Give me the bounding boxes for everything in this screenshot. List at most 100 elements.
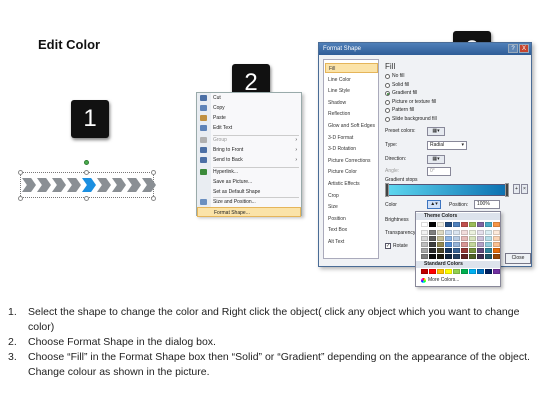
theme-color-swatch[interactable] [461, 222, 468, 227]
color-picker-button[interactable]: ▲▾ [427, 200, 441, 209]
nav-item-text-box[interactable]: Text Box [325, 225, 378, 235]
menu-item-bring-to-front[interactable]: Bring to Front [197, 145, 301, 155]
chevron-segment-selected[interactable] [82, 178, 96, 192]
theme-shade-swatch[interactable] [437, 254, 444, 259]
theme-color-swatch[interactable] [429, 222, 436, 227]
theme-shade-swatch[interactable] [485, 248, 492, 253]
theme-shade-swatch[interactable] [453, 236, 460, 241]
theme-shade-swatch[interactable] [437, 248, 444, 253]
theme-shade-swatch[interactable] [445, 230, 452, 235]
resize-handle[interactable] [151, 196, 156, 201]
nav-item-crop[interactable]: Crop [325, 191, 378, 201]
radio-button[interactable] [385, 82, 390, 88]
menu-item-cut[interactable]: Cut [197, 93, 301, 103]
standard-color-swatch[interactable] [477, 269, 484, 274]
resize-handle[interactable] [84, 170, 89, 175]
nav-item-picture-corrections[interactable]: Picture Corrections [325, 156, 378, 166]
close-icon[interactable]: X [519, 44, 529, 53]
standard-color-swatch[interactable] [429, 269, 436, 274]
add-stop-button[interactable]: + [513, 184, 520, 194]
theme-shade-swatch[interactable] [421, 242, 428, 247]
theme-shade-swatch[interactable] [461, 248, 468, 253]
theme-shade-swatch[interactable] [429, 254, 436, 259]
menu-item-paste[interactable]: Paste [197, 113, 301, 123]
theme-shade-swatch[interactable] [493, 254, 500, 259]
theme-shade-swatch[interactable] [469, 254, 476, 259]
direction-dropdown[interactable]: ▦▾ [427, 155, 445, 164]
theme-shade-swatch[interactable] [421, 254, 428, 259]
menu-item-size-and-position[interactable]: Size and Position... [197, 197, 301, 207]
resize-handle[interactable] [18, 170, 23, 175]
radio-button[interactable] [385, 108, 390, 113]
fill-option-pattern-fill[interactable]: Pattern fill [385, 107, 414, 114]
fill-option-solid-fill[interactable]: Solid fill [385, 82, 409, 89]
standard-color-swatch[interactable] [445, 269, 452, 274]
nav-item-3-d-format[interactable]: 3-D Format [325, 133, 378, 143]
theme-shade-swatch[interactable] [437, 236, 444, 241]
radio-button[interactable] [385, 116, 390, 122]
nav-item-alt-text[interactable]: Alt Text [325, 237, 378, 247]
standard-color-swatch[interactable] [461, 269, 468, 274]
theme-shade-swatch[interactable] [477, 254, 484, 259]
theme-shade-swatch[interactable] [429, 236, 436, 241]
theme-color-swatch[interactable] [469, 222, 476, 227]
theme-color-swatch[interactable] [485, 222, 492, 227]
fill-option-slide-background-fill[interactable]: Slide background fill [385, 116, 437, 123]
theme-shade-swatch[interactable] [461, 254, 468, 259]
theme-shade-swatch[interactable] [493, 236, 500, 241]
nav-item-line-style[interactable]: Line Style [325, 86, 378, 96]
standard-color-swatch[interactable] [437, 269, 444, 274]
fill-option-no-fill[interactable]: No fill [385, 73, 405, 80]
theme-shade-swatch[interactable] [477, 236, 484, 241]
angle-spinner[interactable]: 0° [427, 167, 451, 176]
theme-shade-swatch[interactable] [429, 242, 436, 247]
theme-shade-swatch[interactable] [477, 230, 484, 235]
theme-shade-swatch[interactable] [461, 236, 468, 241]
standard-color-swatch[interactable] [485, 269, 492, 274]
nav-item-position[interactable]: Position [325, 214, 378, 224]
nav-item-glow-and-soft-edges[interactable]: Glow and Soft Edges [325, 121, 378, 131]
menu-item-set-as-default-shape[interactable]: Set as Default Shape [197, 187, 301, 197]
radio-button[interactable] [385, 74, 390, 79]
theme-shade-swatch[interactable] [469, 242, 476, 247]
radio-button[interactable] [385, 99, 390, 105]
theme-shade-swatch[interactable] [429, 248, 436, 253]
nav-item-line-color[interactable]: Line Color [325, 75, 378, 85]
theme-shade-swatch[interactable] [461, 230, 468, 235]
theme-shade-swatch[interactable] [493, 242, 500, 247]
theme-shade-swatch[interactable] [469, 230, 476, 235]
theme-color-swatch[interactable] [493, 222, 500, 227]
theme-shade-swatch[interactable] [461, 242, 468, 247]
resize-handle[interactable] [84, 196, 89, 201]
menu-item-save-as-picture[interactable]: Save as Picture... [197, 177, 301, 187]
theme-shade-swatch[interactable] [437, 242, 444, 247]
theme-shade-swatch[interactable] [477, 248, 484, 253]
nav-item-3-d-rotation[interactable]: 3-D Rotation [325, 144, 378, 154]
fill-option-gradient-fill[interactable]: Gradient fill [385, 90, 417, 97]
radio-button[interactable] [385, 91, 390, 96]
menu-item-hyperlink[interactable]: Hyperlink... [197, 167, 301, 177]
remove-stop-button[interactable]: × [521, 184, 528, 194]
theme-shade-swatch[interactable] [445, 242, 452, 247]
theme-shade-swatch[interactable] [453, 254, 460, 259]
theme-color-swatch[interactable] [445, 222, 452, 227]
theme-shade-swatch[interactable] [469, 236, 476, 241]
theme-shade-swatch[interactable] [453, 230, 460, 235]
gradient-stop-selected[interactable] [505, 183, 509, 197]
menu-item-copy[interactable]: Copy [197, 103, 301, 113]
theme-shade-swatch[interactable] [469, 248, 476, 253]
theme-shade-swatch[interactable] [421, 236, 428, 241]
standard-color-swatch[interactable] [421, 269, 428, 274]
nav-item-size[interactable]: Size [325, 202, 378, 212]
chevron-shape[interactable] [16, 160, 156, 204]
theme-shade-swatch[interactable] [429, 230, 436, 235]
theme-shade-swatch[interactable] [445, 236, 452, 241]
rotate-checkbox[interactable]: ✓ [385, 243, 391, 249]
theme-shade-swatch[interactable] [493, 230, 500, 235]
theme-shade-swatch[interactable] [421, 248, 428, 253]
theme-shade-swatch[interactable] [421, 230, 428, 235]
more-colors-item[interactable]: More Colors... [421, 277, 459, 283]
gradient-stop[interactable] [385, 183, 389, 197]
close-button[interactable]: Close [505, 253, 531, 264]
type-select[interactable]: Radial ▾ [427, 141, 467, 150]
